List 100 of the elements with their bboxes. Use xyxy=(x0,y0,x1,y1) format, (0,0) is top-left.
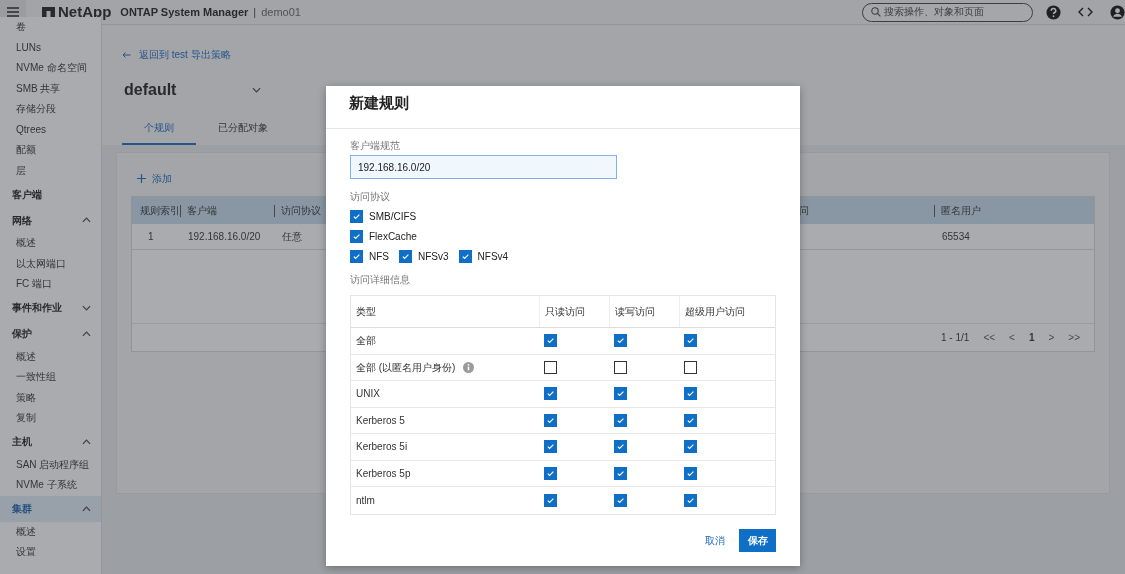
sidebar-section[interactable]: 主机 xyxy=(0,428,101,455)
check-icon xyxy=(546,336,555,346)
sidebar-item[interactable]: 以太网端口 xyxy=(0,253,101,274)
column-header: 超级用户访问 xyxy=(679,296,775,327)
add-button[interactable]: 添加 xyxy=(131,171,172,186)
sidebar-item[interactable]: Qtrees xyxy=(0,119,101,140)
sidebar-item[interactable]: 存储分段 xyxy=(0,99,101,120)
checkbox[interactable] xyxy=(614,493,627,507)
checkbox[interactable] xyxy=(544,440,557,454)
input-field[interactable]: 192.168.16.0/20 xyxy=(350,155,617,179)
sidebar-item[interactable]: 复制 xyxy=(0,408,101,429)
menu-icon[interactable] xyxy=(7,7,19,17)
sidebar-item[interactable]: FC 端口 xyxy=(0,274,101,295)
checkbox[interactable] xyxy=(614,466,627,480)
column-header: 客户端 xyxy=(180,204,274,217)
checkbox[interactable] xyxy=(684,493,697,507)
checkbox[interactable] xyxy=(684,387,697,401)
checkbox[interactable] xyxy=(458,250,472,263)
checkbox-label: NFS xyxy=(369,250,389,264)
next-page-button[interactable]: > xyxy=(1048,330,1055,345)
check-icon xyxy=(616,442,625,452)
search-field[interactable]: 搜索操作、对象和页面 xyxy=(862,2,1033,22)
check-icon xyxy=(352,232,361,241)
checkbox[interactable] xyxy=(544,334,557,348)
help-icon[interactable] xyxy=(1046,4,1061,20)
sidebar-item[interactable]: 一致性组 xyxy=(0,367,101,388)
check-icon xyxy=(401,252,410,261)
last-page-button[interactable]: >> xyxy=(1068,330,1080,345)
save-button[interactable]: 保存 xyxy=(739,529,776,552)
check-icon xyxy=(686,442,695,452)
column-header: 匿名用户 xyxy=(934,204,1094,217)
table-cell-text: Kerberos 5p xyxy=(356,466,411,481)
chevron-down-icon xyxy=(82,304,91,311)
checkbox[interactable] xyxy=(614,413,627,427)
checkbox[interactable] xyxy=(614,334,627,348)
separator-text: | xyxy=(253,4,257,20)
sidebar-item[interactable]: 层 xyxy=(0,160,101,181)
back-link[interactable]: 返回到 test 导出策略 xyxy=(139,47,231,62)
sidebar-item[interactable]: SMB 共享 xyxy=(0,78,101,99)
table-cell-text: 65534 xyxy=(942,230,970,244)
table-cell-text: 任意 xyxy=(282,230,302,244)
sidebar-item[interactable]: SAN 启动程序组 xyxy=(0,454,101,475)
app-title: ONTAP System Manager xyxy=(120,4,249,20)
checkbox[interactable] xyxy=(544,387,557,401)
sidebar-section[interactable]: 事件和作业 xyxy=(0,294,101,321)
cancel-button[interactable]: 取消 xyxy=(705,533,725,548)
checkbox[interactable] xyxy=(684,440,697,454)
previous-page-button[interactable]: < xyxy=(1009,330,1015,345)
tab[interactable]: 已分配对象 xyxy=(196,114,290,145)
cluster-name: demo01 xyxy=(261,4,301,20)
column-header: 读写访问 xyxy=(609,296,679,327)
checkbox[interactable] xyxy=(544,466,557,480)
sidebar-item[interactable]: NVMe 命名空间 xyxy=(0,58,101,79)
field-label: 访问协议 xyxy=(350,190,391,204)
first-page-button[interactable]: << xyxy=(983,330,996,345)
check-icon xyxy=(460,252,470,261)
page-number[interactable]: 1 xyxy=(1028,330,1035,345)
checkbox[interactable] xyxy=(684,334,697,348)
code-icon[interactable] xyxy=(1078,7,1093,17)
table-cell-text: ntlm xyxy=(356,493,375,508)
checkbox[interactable] xyxy=(544,493,557,507)
chevron-up-icon xyxy=(82,505,91,512)
checkbox[interactable] xyxy=(350,210,363,223)
sidebar-section[interactable]: 网络 xyxy=(0,207,101,233)
sidebar-section[interactable]: 客户端 xyxy=(0,181,101,207)
field-label: 访问详细信息 xyxy=(350,273,411,287)
chevron-up-icon xyxy=(82,217,91,223)
checkbox[interactable] xyxy=(544,413,557,427)
sidebar-item[interactable]: NVMe 子系统 xyxy=(0,475,101,496)
checkbox[interactable] xyxy=(350,250,363,263)
back-arrow-icon[interactable] xyxy=(122,51,131,58)
sidebar-section[interactable]: 集群 xyxy=(0,495,101,522)
chevron-down-icon xyxy=(252,87,262,93)
check-icon xyxy=(686,389,695,399)
checkbox[interactable] xyxy=(684,466,697,480)
table-cell-text: 全部 xyxy=(356,334,376,349)
checkbox[interactable] xyxy=(399,250,412,263)
sidebar-item[interactable]: 概述 xyxy=(0,346,101,367)
brand-name: NetApp xyxy=(58,1,112,22)
sidebar-item[interactable]: 概述 xyxy=(0,233,101,254)
user-icon[interactable] xyxy=(1110,4,1125,20)
checkbox[interactable] xyxy=(614,387,627,401)
chevron-up-icon xyxy=(82,438,91,445)
checkbox[interactable] xyxy=(614,440,627,454)
checkbox[interactable] xyxy=(544,360,557,374)
checkbox[interactable] xyxy=(350,230,363,243)
tab[interactable]: 个规则 xyxy=(122,114,196,145)
plus-icon xyxy=(137,174,146,183)
sidebar-item[interactable]: 设置 xyxy=(0,542,101,563)
dialog-title: 新建规则 xyxy=(326,86,800,129)
checkbox[interactable] xyxy=(684,360,697,374)
sidebar-item[interactable]: 策略 xyxy=(0,387,101,408)
sidebar-section[interactable]: 保护 xyxy=(0,320,101,347)
checkbox[interactable] xyxy=(614,360,627,374)
info-icon[interactable] xyxy=(463,361,475,373)
table-cell-text: Kerberos 5 xyxy=(356,413,405,428)
checkbox-label: NFSv3 xyxy=(418,250,449,264)
checkbox[interactable] xyxy=(684,413,697,427)
sidebar-item[interactable]: 配额 xyxy=(0,140,101,161)
sidebar-item[interactable]: LUNs xyxy=(0,37,101,58)
